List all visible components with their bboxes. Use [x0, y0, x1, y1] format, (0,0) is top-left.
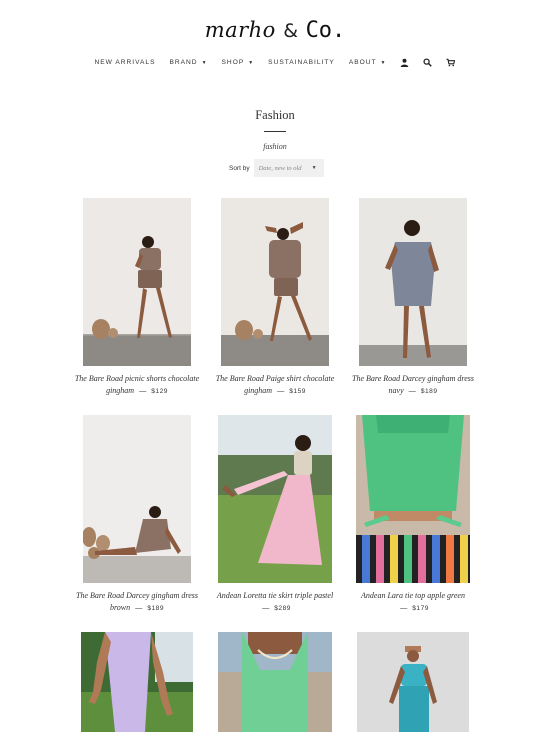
product-image[interactable]: [218, 632, 332, 732]
product-caption: The Bare Road Darcey gingham dress navy …: [343, 373, 483, 398]
caret-down-icon: ▼: [248, 59, 255, 66]
logo-co: Co.: [305, 18, 346, 43]
product-price: $189: [147, 605, 164, 612]
nav-sustainability[interactable]: SUSTAINABILITY: [268, 59, 335, 66]
product-title[interactable]: The Bare Road Darcey gingham dress: [67, 590, 207, 602]
nav-about[interactable]: ABOUT ▼: [349, 59, 387, 66]
product-title-cont[interactable]: gingham: [106, 386, 134, 395]
product-title[interactable]: The Bare Road Paige shirt chocolate: [205, 373, 345, 385]
product-image[interactable]: [81, 632, 193, 732]
product-price: $159: [289, 388, 306, 395]
collection-description: fashion: [263, 142, 287, 151]
product-price: $289: [274, 605, 291, 612]
cart-icon[interactable]: [446, 58, 456, 67]
product-price: $179: [412, 605, 429, 612]
caret-down-icon: ▼: [201, 59, 208, 66]
product-title-cont[interactable]: navy: [389, 386, 404, 395]
user-icon[interactable]: [400, 58, 409, 67]
price-separator: —: [400, 603, 408, 612]
logo-script: marho: [204, 18, 276, 42]
product-image[interactable]: [359, 198, 467, 366]
nav-label: NEW ARRIVALS: [94, 59, 156, 66]
nav-label: BRAND: [169, 59, 198, 66]
product-image[interactable]: [83, 415, 191, 583]
product-image[interactable]: [221, 198, 329, 366]
product-caption: The Bare Road Darcey gingham dress brown…: [67, 590, 207, 615]
product-caption: The Bare Road Paige shirt chocolate ging…: [205, 373, 345, 398]
product-image[interactable]: [83, 198, 191, 366]
product-caption: The Bare Road picnic shorts chocolate gi…: [67, 373, 207, 398]
sort-label: Sort by: [229, 164, 250, 172]
product-price: $129: [151, 388, 168, 395]
price-separator: —: [408, 386, 416, 395]
nav-label: SHOP: [221, 59, 245, 66]
product-title[interactable]: The Bare Road picnic shorts chocolate: [67, 373, 207, 385]
price-separator: —: [135, 603, 143, 612]
main-nav: NEW ARRIVALS BRAND ▼ SHOP ▼ SUSTAINABILI…: [0, 58, 550, 67]
product-title-cont[interactable]: gingham: [244, 386, 272, 395]
nav-brand[interactable]: BRAND ▼: [169, 59, 207, 66]
sort-selected-value: Date, new to old: [258, 164, 302, 172]
product-caption: Andean Lara tie top apple green — $179: [343, 590, 483, 615]
product-image[interactable]: [356, 415, 470, 583]
product-title[interactable]: The Bare Road Darcey gingham dress: [343, 373, 483, 385]
nav-shop[interactable]: SHOP ▼: [222, 59, 255, 66]
caret-down-icon: ▼: [380, 59, 387, 66]
page-title: Fashion: [255, 108, 295, 122]
product-image[interactable]: [357, 632, 469, 732]
price-separator: —: [262, 603, 270, 612]
search-icon[interactable]: [423, 58, 433, 67]
caret-down-icon: ▼: [311, 165, 317, 171]
nav-new-arrivals[interactable]: NEW ARRIVALS: [95, 59, 156, 66]
price-separator: —: [277, 386, 285, 395]
title-divider: [264, 131, 286, 132]
sort-control: Sort by Date, new to old ▼: [229, 159, 324, 177]
product-title[interactable]: Andean Lara tie top apple green: [343, 590, 483, 602]
brand-logo[interactable]: marho & Co.: [0, 18, 550, 43]
logo-ampersand: &: [283, 20, 299, 42]
nav-label: SUSTAINABILITY: [268, 59, 335, 66]
sort-select[interactable]: Date, new to old ▼: [253, 159, 324, 177]
product-image[interactable]: [218, 415, 332, 583]
product-price: $189: [420, 388, 438, 395]
price-separator: —: [139, 386, 147, 395]
product-caption: Andean Loretta tie skirt triple pastel —…: [205, 590, 345, 615]
nav-label: ABOUT: [348, 59, 377, 66]
product-title-cont[interactable]: brown: [110, 603, 130, 612]
product-title[interactable]: Andean Loretta tie skirt triple pastel: [205, 590, 345, 602]
